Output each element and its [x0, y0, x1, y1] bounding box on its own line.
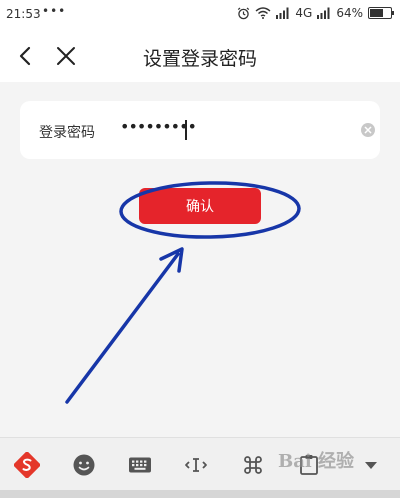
- status-dots: •••: [42, 4, 67, 18]
- battery-percent: 64%: [336, 6, 363, 20]
- clear-input-icon[interactable]: [361, 123, 375, 137]
- sogou-logo-icon[interactable]: [14, 452, 40, 478]
- annotation-arrow-line: [65, 252, 180, 404]
- page-title: 设置登录密码: [142, 48, 257, 70]
- emoji-icon[interactable]: [71, 452, 97, 478]
- text-caret: [185, 120, 187, 140]
- wifi-icon: [255, 7, 271, 19]
- alarm-icon: [238, 7, 250, 19]
- keyboard-icon[interactable]: [127, 452, 153, 478]
- command-icon[interactable]: [240, 452, 266, 478]
- watermark-logo: Bai 经验: [278, 451, 354, 472]
- status-icons: 4G 64%: [237, 6, 394, 20]
- header: 设置登录密码: [0, 30, 400, 82]
- signal-icon: [276, 7, 289, 19]
- status-bar: 21:53 ••• 4G 64%: [0, 0, 400, 30]
- cursor-move-icon[interactable]: [183, 452, 209, 478]
- keyboard-keys: [0, 490, 400, 498]
- collapse-icon[interactable]: [358, 452, 384, 478]
- password-card: 登录密码 •••••••••: [20, 101, 380, 159]
- signal-icon-2: [317, 7, 330, 19]
- confirm-button[interactable]: 确认: [139, 188, 261, 224]
- annotation-arrow-head: [159, 247, 184, 273]
- battery-icon: [368, 7, 394, 19]
- network-type: 4G: [295, 6, 313, 20]
- status-time: 21:53: [6, 7, 41, 21]
- password-label: 登录密码: [39, 125, 95, 141]
